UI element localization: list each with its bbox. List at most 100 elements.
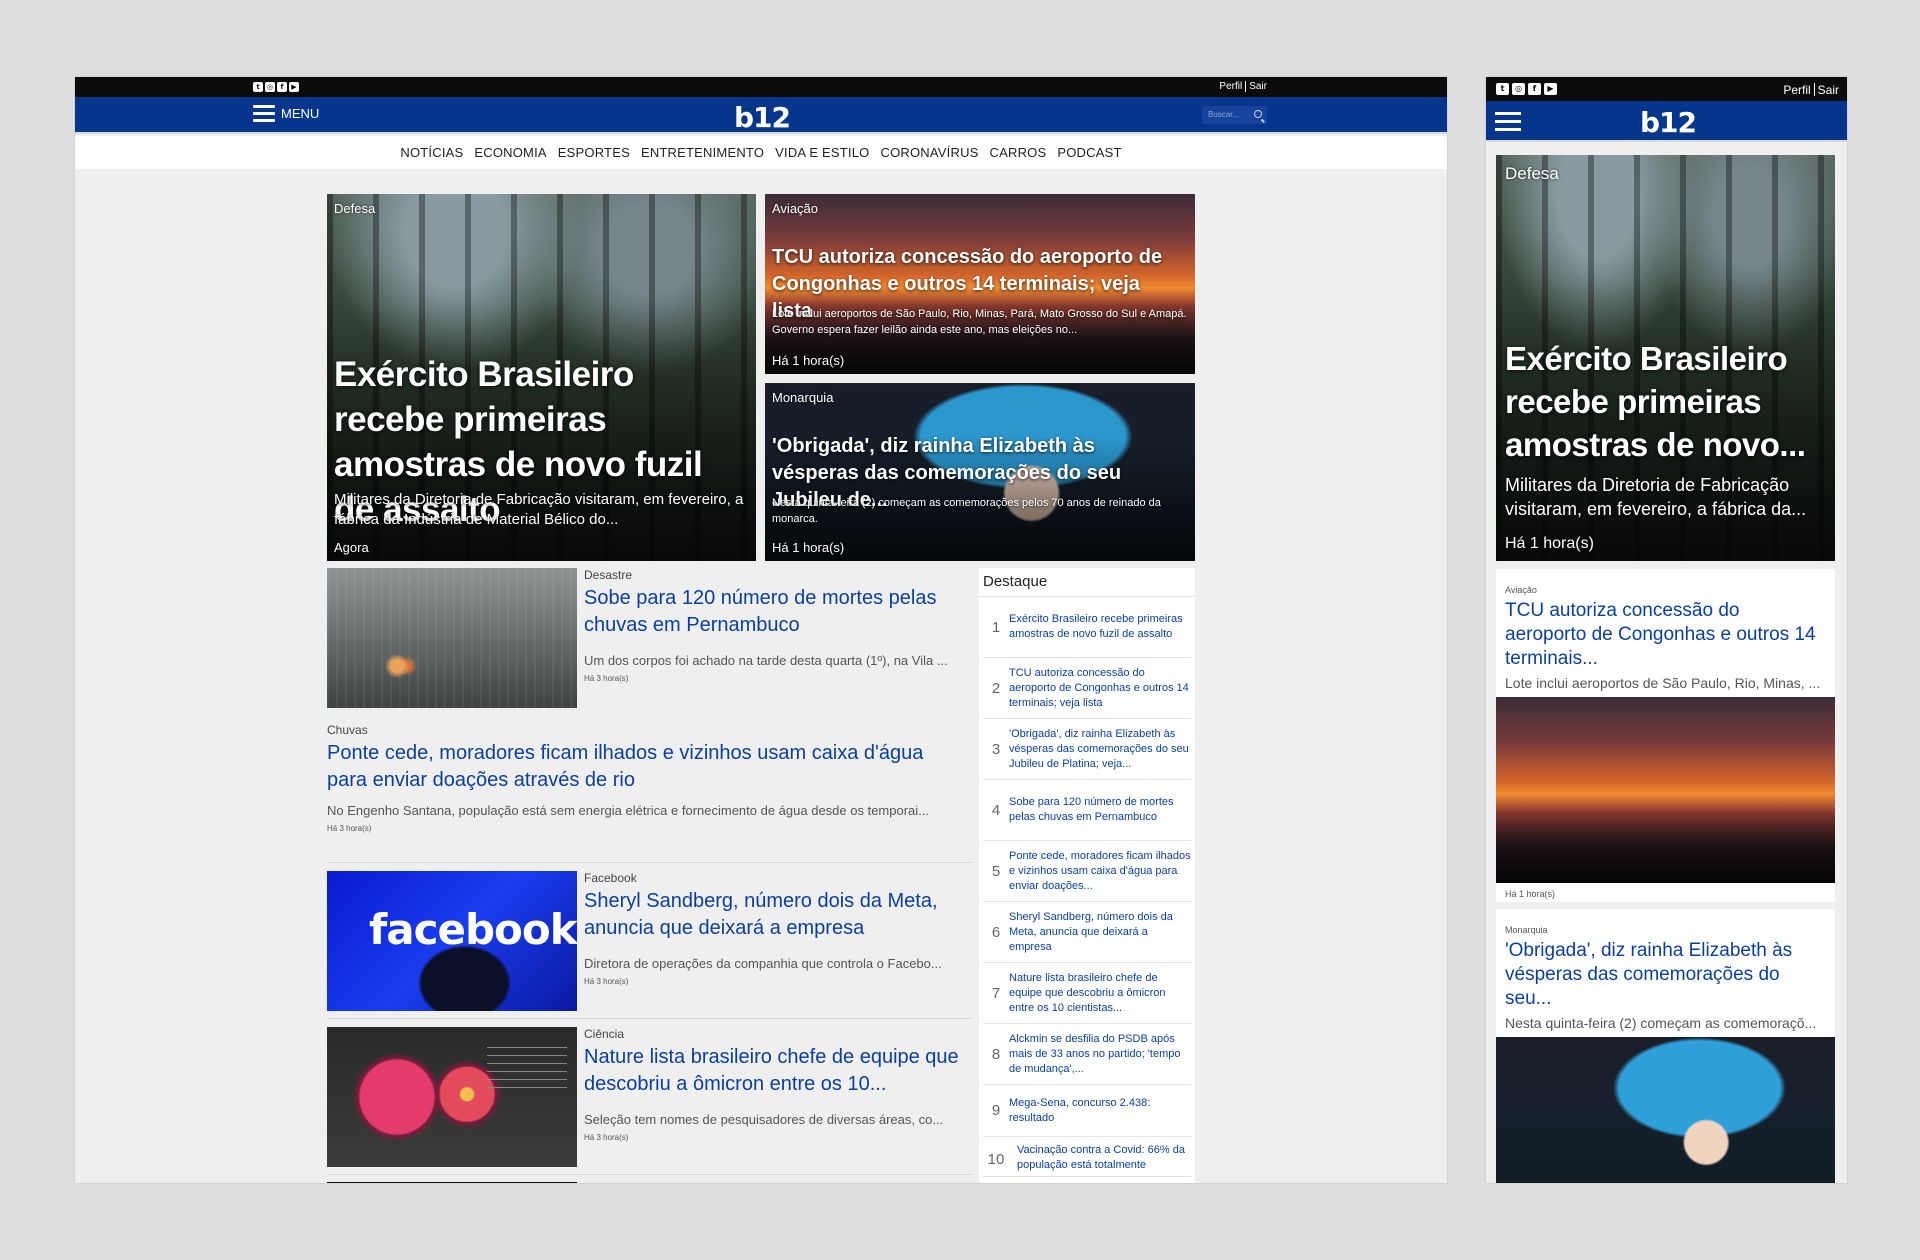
highlight-item[interactable]: 5 Ponte cede, moradores ficam ilhados e v…	[983, 841, 1191, 902]
nav-item-esportes[interactable]: ESPORTES	[558, 145, 630, 160]
mobile-navbar: b12	[1486, 101, 1847, 142]
mobile-card-monarquia[interactable]: Monarquia 'Obrigada', diz rainha Elizabe…	[1496, 909, 1835, 1183]
highlight-item[interactable]: 4 Sobe para 120 número de mortes pelas ch…	[983, 780, 1191, 841]
desktop-frame: t ◎ f ▶ Perfil Sair MENU b12 Buscar... N…	[75, 77, 1447, 1183]
hero-side1-summary: Lote inclui aeroportos de São Paulo, Rio…	[772, 308, 1187, 336]
list-item[interactable]: Chuvas Ponte cede, moradores ficam ilhad…	[327, 723, 973, 863]
youtube-icon[interactable]: ▶	[1544, 83, 1557, 95]
hero-main-card[interactable]: Defesa Exército Brasileiro recebe primei…	[327, 194, 756, 561]
mobile-card-category[interactable]: Monarquia	[1496, 909, 1835, 935]
hamburger-icon[interactable]	[1495, 112, 1521, 132]
site-logo[interactable]: b12	[734, 101, 791, 134]
article-text: Desastre Sobe para 120 número de mortes …	[584, 568, 969, 683]
article-thumbnail[interactable]	[327, 568, 577, 708]
hero-main-time: Agora	[334, 540, 369, 555]
highlight-item[interactable]: 9 Mega-Sena, concurso 2.438: resultado	[983, 1085, 1191, 1137]
youtube-icon[interactable]: ▶	[289, 82, 299, 92]
article-title[interactable]: Ponte cede, moradores ficam ilhados e vi…	[327, 740, 967, 794]
article-category[interactable]: Chuvas	[327, 723, 967, 737]
highlight-title[interactable]: Alckmin se desfilia do PSDB após mais de…	[1009, 1032, 1191, 1077]
mobile-card-category[interactable]: Aviação	[1496, 569, 1835, 595]
article-thumbnail[interactable]	[327, 1182, 577, 1183]
article-title[interactable]: Sobe para 120 número de mortes pelas chu…	[584, 585, 969, 639]
highlight-rank: 4	[991, 801, 1001, 819]
highlight-title[interactable]: Vacinação contra a Covid: 66% da populaç…	[1009, 1143, 1191, 1173]
profile-link[interactable]: Perfil	[1783, 83, 1810, 97]
top-bar: t ◎ f ▶ Perfil Sair	[75, 77, 1447, 97]
facebook-icon[interactable]: f	[1528, 83, 1541, 95]
search-input[interactable]: Buscar...	[1202, 106, 1267, 124]
highlight-item[interactable]: 2 TCU autoriza concessão do aeroporto de …	[983, 658, 1191, 719]
site-logo[interactable]: b12	[1640, 106, 1697, 139]
profile-links: Perfil Sair	[1219, 81, 1267, 92]
highlight-item[interactable]: 1 Exército Brasileiro recebe primeiras am…	[983, 597, 1191, 658]
logout-link[interactable]: Sair	[1249, 81, 1267, 92]
hero-side2-category[interactable]: Monarquia	[772, 390, 833, 405]
nav-item-noticias[interactable]: NOTÍCIAS	[400, 145, 463, 160]
highlight-title[interactable]: 'Obrigada', diz rainha Elizabeth às vésp…	[1009, 727, 1191, 772]
hero-main-category[interactable]: Defesa	[334, 201, 375, 216]
article-title[interactable]: Nature lista brasileiro chefe de equipe …	[584, 1044, 969, 1098]
nav-item-vida-e-estilo[interactable]: VIDA E ESTILO	[775, 145, 869, 160]
article-category[interactable]: Ciência	[584, 1027, 969, 1041]
mobile-card-title[interactable]: TCU autoriza concessão do aeroporto de C…	[1496, 595, 1835, 671]
logout-link[interactable]: Sair	[1818, 83, 1839, 97]
highlight-title[interactable]: Sobe para 120 número de mortes pelas chu…	[1009, 795, 1191, 825]
article-thumbnail[interactable]	[327, 1027, 577, 1167]
hero-side-card-aviacao[interactable]: Aviação TCU autoriza concessão do aeropo…	[765, 194, 1195, 374]
hero-side-card-monarquia[interactable]: Monarquia 'Obrigada', diz rainha Elizabe…	[765, 383, 1195, 561]
mobile-hero-summary: Militares da Diretoria de Fabricação vis…	[1505, 475, 1807, 519]
highlight-rank: 1	[991, 618, 1001, 636]
nav-item-podcast[interactable]: PODCAST	[1057, 145, 1121, 160]
diagram-lines	[487, 1047, 567, 1095]
hero-side1-category[interactable]: Aviação	[772, 201, 818, 216]
twitter-icon[interactable]: t	[1496, 83, 1509, 95]
mobile-hero-title[interactable]: Exército Brasileiro recebe primeiras amo…	[1505, 337, 1830, 466]
nav-item-economia[interactable]: ECONOMIA	[474, 145, 546, 160]
hero-side2-summary: Nesta quinta-feira (2) começam as comemo…	[772, 497, 1161, 525]
instagram-icon[interactable]: ◎	[1512, 83, 1525, 95]
highlight-item[interactable]: 6 Sheryl Sandberg, número dois da Meta, a…	[983, 902, 1191, 963]
highlight-title[interactable]: Ponte cede, moradores ficam ilhados e vi…	[1009, 849, 1191, 894]
category-nav: NOTÍCIAS ECONOMIA ESPORTES ENTRETENIMENT…	[75, 136, 1447, 169]
search-icon[interactable]	[1254, 110, 1262, 118]
mobile-hero-category[interactable]: Defesa	[1505, 164, 1559, 184]
highlight-item[interactable]: 3 'Obrigada', diz rainha Elizabeth às vés…	[983, 719, 1191, 780]
article-title[interactable]: Sheryl Sandberg, número dois da Meta, an…	[584, 888, 969, 942]
highlight-rank: 10	[987, 1151, 1005, 1168]
nav-item-entretenimento[interactable]: ENTRETENIMENTO	[641, 145, 764, 160]
highlight-title[interactable]: TCU autoriza concessão do aeroporto de C…	[1009, 666, 1191, 711]
list-item[interactable]: Ciência Nature lista brasileiro chefe de…	[327, 1027, 973, 1175]
article-thumbnail[interactable]: facebook	[327, 871, 578, 1011]
mobile-card-aviacao[interactable]: Aviação TCU autoriza concessão do aeropo…	[1496, 569, 1835, 902]
highlight-title[interactable]: Mega-Sena, concurso 2.438: resultado	[1009, 1096, 1191, 1126]
mobile-card-image[interactable]	[1496, 1037, 1835, 1183]
mobile-social-links: t ◎ f ▶	[1496, 83, 1557, 95]
nav-item-carros[interactable]: CARROS	[990, 145, 1047, 160]
highlight-item[interactable]: 7 Nature lista brasileiro chefe de equipe…	[983, 963, 1191, 1024]
highlight-rank: 2	[991, 679, 1001, 697]
mobile-card-summary: Nesta quinta-feira (2) começam as comemo…	[1505, 1015, 1817, 1031]
highlight-title[interactable]: Sheryl Sandberg, número dois da Meta, an…	[1009, 910, 1191, 955]
nav-item-coronavirus[interactable]: CORONAVÍRUS	[881, 145, 979, 160]
profile-link[interactable]: Perfil	[1219, 81, 1242, 92]
highlight-title[interactable]: Exército Brasileiro recebe primeiras amo…	[1009, 612, 1191, 642]
highlights-sidebar: Destaque 1 Exército Brasileiro recebe pri…	[979, 568, 1195, 1183]
instagram-icon[interactable]: ◎	[265, 82, 275, 92]
mobile-card-image[interactable]	[1496, 697, 1835, 883]
list-item[interactable]: Desastre Sobe para 120 número de mortes …	[327, 568, 973, 716]
highlight-title[interactable]: Nature lista brasileiro chefe de equipe …	[1009, 971, 1191, 1016]
mobile-hero-card[interactable]: Defesa Exército Brasileiro recebe primei…	[1496, 155, 1835, 561]
list-item[interactable]: facebook Facebook Sheryl Sandberg, númer…	[327, 871, 973, 1019]
menu-label: MENU	[281, 106, 320, 121]
mobile-card-title[interactable]: 'Obrigada', diz rainha Elizabeth às vésp…	[1496, 935, 1835, 1011]
highlight-item[interactable]: 8 Alckmin se desfilia do PSDB após mais d…	[983, 1024, 1191, 1085]
facebook-icon[interactable]: f	[277, 82, 287, 92]
article-category[interactable]: Facebook	[584, 871, 969, 885]
highlight-item[interactable]: 10 Vacinação contra a Covid: 66% da popul…	[983, 1137, 1191, 1177]
twitter-icon[interactable]: t	[253, 82, 263, 92]
menu-button[interactable]: MENU	[253, 105, 319, 122]
article-category[interactable]: Desastre	[584, 568, 969, 582]
article-time: Há 3 hora(s)	[584, 977, 629, 986]
list-item-partial[interactable]	[327, 1182, 973, 1183]
